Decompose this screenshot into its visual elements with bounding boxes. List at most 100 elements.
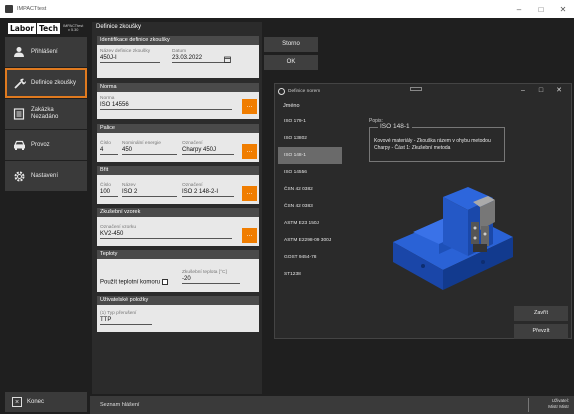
dialog-minimize-button[interactable]: –: [513, 84, 533, 98]
field-value: 450: [122, 147, 133, 153]
brit-oznaceni-field[interactable]: Označení ISO 2 148-2-I: [182, 183, 234, 197]
list-item[interactable]: ČSN 42 0382: [278, 181, 342, 198]
ok-button[interactable]: OK: [264, 55, 318, 70]
palice-oznaceni-field[interactable]: Označení Charpy 450J: [182, 141, 234, 155]
palice-browse-button[interactable]: ...: [242, 144, 257, 159]
section-brit: Břit Číslo 100 Název ISO 2 Označení ISO …: [97, 166, 259, 204]
minimize-button[interactable]: –: [508, 0, 530, 18]
field-value: -20: [182, 276, 191, 282]
section-norma: Norma Norma ISO 14556 ...: [97, 83, 259, 119]
list-item[interactable]: ASTM E23 150J: [278, 215, 342, 232]
palice-energie-field[interactable]: Nominální energie 450: [122, 141, 177, 155]
exit-label: Konec: [27, 399, 45, 405]
field-label: Norma: [100, 96, 115, 101]
current-user: Uživatel: Mistr Mistr: [548, 398, 569, 410]
zavrit-button[interactable]: Zavřít: [514, 306, 568, 321]
test-definition-form: Definice zkoušky Identifikace definice z…: [92, 22, 262, 394]
field-label: Označení: [182, 183, 203, 188]
definition-name-field[interactable]: Název definice zkoušky 450J-I: [100, 49, 160, 63]
logo: Labor Tech IMPACTtest v 5.30: [8, 21, 83, 35]
logo-version: IMPACTtest v 5.30: [63, 24, 83, 33]
description-text: Kovové materiály - Zkouška rázem v ohybu…: [374, 138, 491, 151]
list-item[interactable]: ČSN 42 0383: [278, 198, 342, 215]
wrench-icon: [12, 76, 26, 90]
message-list-link[interactable]: Seznam hlášení: [100, 402, 139, 408]
field-label: Číslo: [100, 183, 111, 188]
logo-tech: Tech: [37, 22, 61, 34]
form-title: Definice zkoušky: [96, 24, 142, 30]
section-teploty: Teploty Použít teplotní komoru Zkušební …: [97, 250, 259, 292]
date-field[interactable]: Datum 23.03.2022: [172, 49, 230, 63]
palice-cislo-field[interactable]: Číslo 4: [100, 141, 118, 155]
gear-icon: [12, 169, 26, 183]
field-label: Použít teplotní komoru: [100, 279, 161, 286]
field-value: ISO 14556: [100, 102, 129, 108]
temp-chamber-checkbox[interactable]: [162, 279, 169, 285]
section-header: Identifikace definice zkoušky: [97, 36, 259, 45]
field-label: Název: [122, 183, 136, 188]
brit-nazev-field[interactable]: Název ISO 2: [122, 183, 177, 197]
window-controls: – □ ✕: [508, 0, 574, 18]
window-titlebar: IMPACTtest – □ ✕: [0, 0, 574, 18]
dialog-title: Definice norem: [288, 88, 321, 94]
sidebar-item-label: Přihlášení: [31, 49, 58, 55]
logo-labor: Labor: [8, 22, 37, 34]
list-item[interactable]: ISO 14556: [278, 164, 342, 181]
status-separator: [528, 398, 529, 412]
machine-image: [393, 187, 513, 290]
sidebar-item-zakazka[interactable]: Zakázka Nezadáno: [5, 99, 87, 129]
prevzit-button[interactable]: Převzít: [514, 324, 568, 339]
field-label: Název definice zkoušky: [100, 49, 151, 54]
field-value: TTP: [100, 317, 112, 323]
sidebar-item-label: Definice zkoušky: [31, 80, 77, 86]
dialog-titlebar: Definice norem – □ ✕: [275, 84, 571, 98]
vzorek-browse-button[interactable]: ...: [242, 228, 257, 243]
window-title: IMPACTtest: [17, 6, 47, 12]
maximize-button[interactable]: □: [530, 0, 552, 18]
vzorek-field[interactable]: Označení vzorku KV2-450: [100, 225, 232, 239]
sidebar-item-provoz[interactable]: Provoz: [5, 130, 87, 160]
exit-button[interactable]: × Konec: [5, 392, 87, 412]
list-item[interactable]: ISO 179-1: [278, 113, 342, 130]
field-label: Číslo: [100, 141, 111, 146]
sidebar-item-prihlaseni[interactable]: Přihlášení: [5, 37, 87, 67]
version-number: v 5.30: [67, 28, 79, 32]
list-item[interactable]: ASTM E2298-09 300J: [278, 232, 342, 249]
sidebar-item-nastaveni[interactable]: Nastavení: [5, 161, 87, 191]
section-palice: Palice Číslo 4 Nominální energie 450 Ozn…: [97, 124, 259, 162]
app-icon: [5, 5, 13, 13]
field-label: Označení: [182, 141, 203, 146]
dialog-close-button[interactable]: ✕: [549, 84, 569, 98]
user-field-typ-preruseni[interactable]: (1) Typ přerušení TTP: [100, 311, 152, 325]
sidebar-item-label: Zakázka Nezadáno: [31, 107, 58, 121]
brit-cislo-field[interactable]: Číslo 100: [100, 183, 118, 197]
section-header: Zkušební vzorek: [97, 208, 259, 217]
list-item-selected[interactable]: ISO 148-1: [278, 147, 342, 164]
list-item[interactable]: ISO 13802: [278, 130, 342, 147]
field-label: Zkušební teplota [°C]: [182, 270, 227, 275]
section-vzorek: Zkušební vzorek Označení vzorku KV2-450 …: [97, 208, 259, 246]
sidebar-item-definice-zkousky[interactable]: Definice zkoušky: [5, 68, 87, 98]
norma-browse-button[interactable]: ...: [242, 99, 257, 114]
storno-button[interactable]: Storno: [264, 37, 318, 52]
close-button[interactable]: ✕: [552, 0, 574, 18]
standards-list: ISO 179-1 ISO 13802 ISO 148-1 ISO 14556 …: [278, 113, 342, 283]
test-temperature-field[interactable]: Zkušební teplota [°C] -20: [182, 270, 240, 284]
dialog-app-icon: [278, 87, 285, 95]
user-value: Mistr: [548, 404, 558, 409]
brit-browse-button[interactable]: ...: [242, 186, 257, 201]
list-item[interactable]: ST1238: [278, 266, 342, 283]
resize-handle-icon[interactable]: [410, 87, 422, 91]
car-icon: [12, 138, 26, 152]
list-item[interactable]: GOST 9454-78: [278, 249, 342, 266]
zakazka-status: Nezadáno: [31, 114, 59, 120]
description-legend: ISO 148-1: [378, 123, 412, 130]
norma-field[interactable]: Norma ISO 14556: [100, 96, 232, 110]
field-value: KV2-450: [100, 231, 124, 237]
section-header: Teploty: [97, 250, 259, 259]
exit-icon: ×: [12, 397, 22, 407]
section-header: Břit: [97, 166, 259, 175]
use-temp-chamber-toggle[interactable]: Použít teplotní komoru: [100, 278, 175, 286]
dialog-maximize-button[interactable]: □: [531, 84, 551, 98]
calendar-icon[interactable]: [224, 56, 231, 65]
